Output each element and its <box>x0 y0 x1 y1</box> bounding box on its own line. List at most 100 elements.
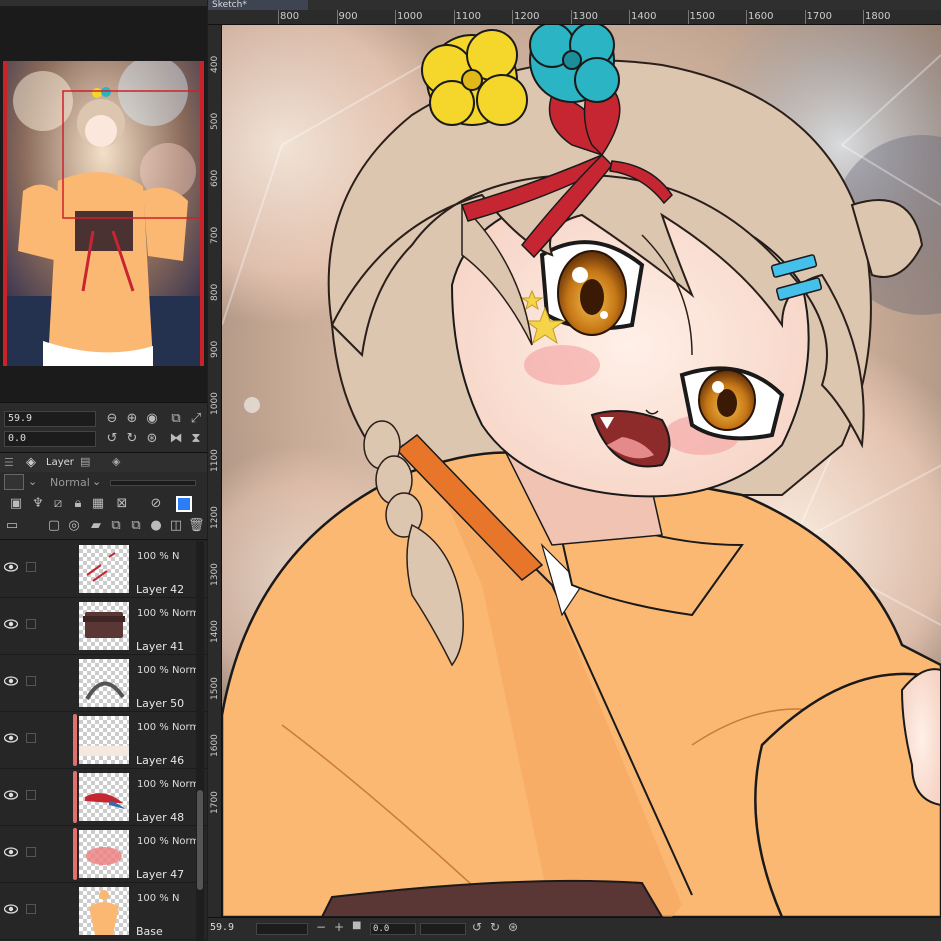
lock-transparency-icon[interactable]: ⧄ <box>50 496 66 512</box>
tab-layer[interactable]: Layer <box>46 457 74 468</box>
actual-size-icon[interactable]: ◉ <box>144 411 160 427</box>
layer-thumbnail[interactable] <box>79 659 129 707</box>
menu-icon[interactable]: ☰ <box>4 456 14 469</box>
trash-icon[interactable]: 🗑︎ <box>188 518 205 534</box>
ruler-tick <box>395 10 396 24</box>
navigator-preview[interactable] <box>0 6 207 402</box>
zoom-in-button[interactable]: + <box>334 920 344 934</box>
layer-color-swatch[interactable] <box>176 496 192 512</box>
lock-checkbox[interactable] <box>26 790 36 800</box>
add-mask-icon[interactable]: ● <box>148 518 164 534</box>
new-folder-icon[interactable]: ▰ <box>88 518 104 534</box>
fullscreen-icon[interactable]: ⤢ <box>188 411 204 427</box>
layer-name[interactable]: Layer 46 <box>136 754 184 767</box>
reset-rotation-icon[interactable]: ⊛ <box>508 920 518 934</box>
reset-rotation-icon[interactable]: ⊛ <box>144 431 160 447</box>
layer-row[interactable]: 100 % Norm Layer 46 <box>0 712 207 769</box>
draft-icon[interactable]: ⊘ <box>148 496 164 512</box>
lock-checkbox[interactable] <box>26 676 36 686</box>
ruler-tick-label: 1300 <box>572 11 598 22</box>
zoom-in-icon[interactable]: ⊕ <box>124 411 140 427</box>
layer-opacity: 100 % N <box>137 893 180 904</box>
layer-row[interactable]: 100 % Norma Layer 41 <box>0 598 207 655</box>
flip-vertical-icon[interactable]: ⧗ <box>188 431 204 447</box>
apply-mask-icon[interactable]: ◫ <box>168 518 184 534</box>
zoom-out-icon[interactable]: ⊖ <box>104 411 120 427</box>
rotate-left-icon[interactable]: ↺ <box>104 431 120 447</box>
blend-chevron-icon[interactable]: ⌄ <box>92 475 101 488</box>
navigator-thumbnail[interactable] <box>3 61 204 366</box>
panel-menu-icon[interactable]: ▭ <box>4 518 20 534</box>
flip-horizontal-icon[interactable]: ⧓ <box>168 431 184 447</box>
lock-checkbox[interactable] <box>26 904 36 914</box>
zoom-field[interactable]: 59.9 <box>4 411 96 427</box>
rotate-right-icon[interactable]: ↻ <box>124 431 140 447</box>
merge-icon[interactable]: ⧉ <box>128 518 144 534</box>
status-rotation[interactable]: 0.0 <box>370 923 416 935</box>
eye-icon[interactable] <box>4 561 18 573</box>
layer-row[interactable]: 100 % N Layer 42 <box>0 541 207 598</box>
fit-icon[interactable]: ⧉ <box>168 411 184 427</box>
eye-icon[interactable] <box>4 732 18 744</box>
lock-checkbox[interactable] <box>26 847 36 857</box>
layer-thumbnail[interactable] <box>79 773 129 821</box>
layer-row[interactable]: 100 % Norm Layer 47 <box>0 826 207 883</box>
layer-name[interactable]: Base <box>136 925 163 938</box>
chevron-down-icon[interactable]: ⌄ <box>28 475 37 488</box>
ruler-tick-label: 700 <box>210 226 220 244</box>
layer-row[interactable]: 100 % Norm Layer 48 <box>0 769 207 826</box>
eye-icon[interactable] <box>4 903 18 915</box>
layer-name[interactable]: Layer 47 <box>136 868 184 881</box>
layer-thumbnail[interactable] <box>79 716 129 764</box>
rotate-right-icon[interactable]: ↻ <box>490 920 500 934</box>
lock-checkbox[interactable] <box>26 562 36 572</box>
new-raster-layer-icon[interactable]: ▢ <box>46 518 62 534</box>
layers-icon: ◈ <box>26 455 36 470</box>
lock-icon[interactable]: 🔒︎ <box>70 496 86 512</box>
eye-icon[interactable] <box>4 846 18 858</box>
layer-row[interactable]: 100 % Norma Layer 50 <box>0 655 207 712</box>
horizontal-ruler: 800 900 1000 1100 1200 1300 1400 1500 1600 1700 18… <box>208 10 941 25</box>
blend-mode-select[interactable]: Normal <box>50 476 90 489</box>
status-zoom[interactable]: 59.9 <box>210 922 234 933</box>
layer-row[interactable]: 100 % N Base <box>0 883 207 940</box>
transfer-down-icon[interactable]: ⧉ <box>108 518 124 534</box>
layer-property-icon[interactable]: ▤ <box>80 455 90 468</box>
artwork[interactable] <box>222 25 941 917</box>
ruler-tick-label: 900 <box>210 340 220 358</box>
layer-name[interactable]: Layer 48 <box>136 811 184 824</box>
eye-icon[interactable] <box>4 675 18 687</box>
eye-icon[interactable] <box>4 618 18 630</box>
rotation-slider[interactable] <box>420 923 466 935</box>
layer-name[interactable]: Layer 42 <box>136 583 184 596</box>
layer-thumbnail[interactable] <box>79 545 129 593</box>
new-vector-layer-icon[interactable]: ◎ <box>66 518 82 534</box>
ruler-tick-label: 1100 <box>210 449 220 472</box>
status-bar: 59.9 − + ■ 0.0 ↺ ↻ ⊛ <box>208 917 941 941</box>
layer-thumbnail[interactable] <box>79 602 129 650</box>
clip-icon[interactable]: ▣ <box>8 496 24 512</box>
layer-name[interactable]: Layer 41 <box>136 640 184 653</box>
layer-thumbnail[interactable] <box>79 887 129 935</box>
stop-icon[interactable]: ■ <box>352 920 361 931</box>
zoom-out-button[interactable]: − <box>316 920 326 934</box>
lock-checkbox[interactable] <box>26 733 36 743</box>
layer-thumbnail[interactable] <box>79 830 129 878</box>
layer-scroll-thumb[interactable] <box>197 790 203 890</box>
reference-icon[interactable]: ♆ <box>30 496 46 512</box>
layer-color-icon[interactable]: ⊠ <box>114 496 130 512</box>
layer-search-icon[interactable]: ◈ <box>112 455 120 468</box>
ruler-tick <box>863 10 864 24</box>
rotation-field[interactable]: 0.0 <box>4 431 96 447</box>
opacity-slider[interactable] <box>110 480 196 486</box>
zoom-slider[interactable] <box>256 923 308 935</box>
ruler-tick-label: 1800 <box>865 11 891 22</box>
layer-type-icon[interactable] <box>4 474 24 490</box>
document-tab[interactable]: Sketch* <box>208 0 308 10</box>
eye-icon[interactable] <box>4 789 18 801</box>
mask-icon[interactable]: ▦ <box>90 496 106 512</box>
canvas[interactable] <box>222 25 941 917</box>
rotate-left-icon[interactable]: ↺ <box>472 920 482 934</box>
layer-name[interactable]: Layer 50 <box>136 697 184 710</box>
lock-checkbox[interactable] <box>26 619 36 629</box>
